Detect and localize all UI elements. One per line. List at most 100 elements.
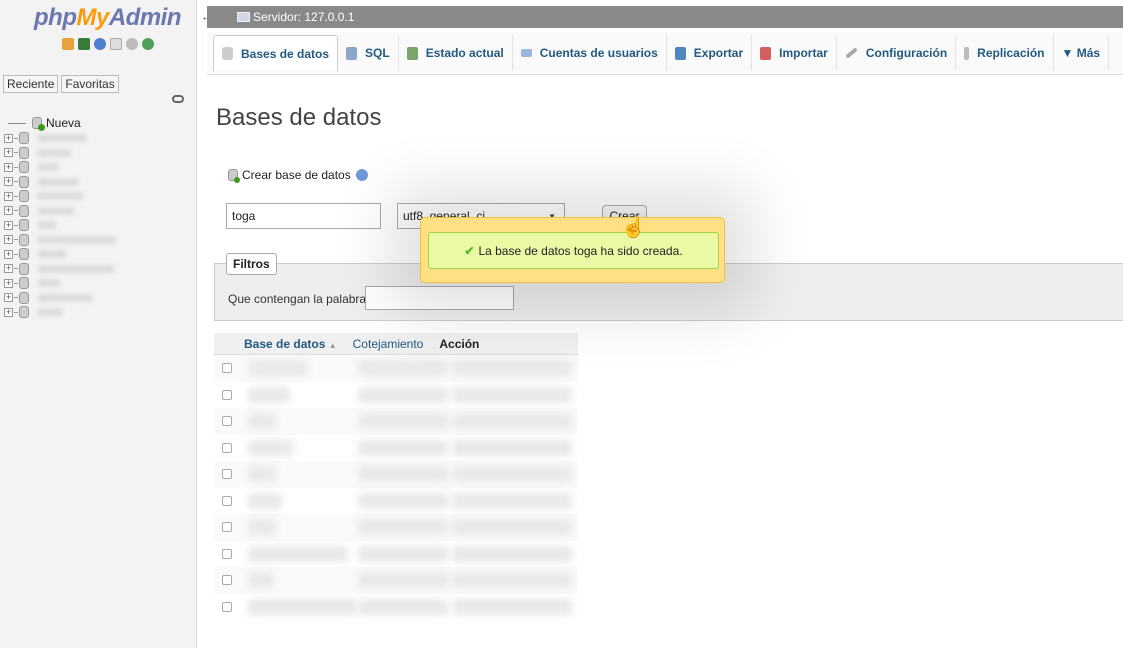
action-blurred[interactable] xyxy=(452,413,572,430)
tree-item[interactable]: + xyxy=(4,276,117,291)
import-icon xyxy=(760,46,772,60)
action-blurred[interactable] xyxy=(452,439,572,456)
collation-blurred xyxy=(358,360,448,377)
action-blurred[interactable] xyxy=(452,492,572,509)
action-blurred[interactable] xyxy=(452,466,572,483)
filter-label: Que contengan la palabra: xyxy=(228,292,370,306)
success-message-box: ✔ La base de datos toga ha sido creada. xyxy=(428,232,719,269)
database-icon xyxy=(19,233,29,246)
main-tabs: Bases de datos SQL Estado actual Cuentas… xyxy=(207,32,1123,75)
phpmyadmin-logo[interactable]: phpMyAdmin xyxy=(34,4,182,32)
action-blurred[interactable] xyxy=(452,572,572,589)
row-checkbox[interactable] xyxy=(222,442,232,453)
database-name-blurred[interactable] xyxy=(248,545,348,562)
database-icon xyxy=(222,47,233,60)
expand-icon[interactable]: + xyxy=(4,264,13,274)
tab-configuracion[interactable]: Configuración xyxy=(837,35,957,71)
docs-icon[interactable] xyxy=(110,38,122,50)
row-checkbox[interactable] xyxy=(222,495,232,506)
tab-mas[interactable]: ▼ Más xyxy=(1054,35,1110,71)
nav-tab-recent[interactable]: Reciente xyxy=(3,75,59,93)
tab-importar[interactable]: Importar xyxy=(752,35,837,71)
tab-bases-de-datos[interactable]: Bases de datos xyxy=(213,35,339,71)
reload-icon[interactable] xyxy=(142,38,154,50)
database-name-blurred[interactable] xyxy=(248,519,276,536)
tree-item[interactable]: + xyxy=(4,160,117,175)
database-name-blurred[interactable] xyxy=(248,413,276,430)
tree-item[interactable]: + xyxy=(4,204,117,219)
row-checkbox[interactable] xyxy=(222,548,232,559)
tree-item[interactable]: + xyxy=(4,175,117,190)
action-blurred[interactable] xyxy=(452,519,572,536)
expand-icon[interactable]: + xyxy=(4,148,13,158)
expand-icon[interactable]: + xyxy=(4,206,13,216)
database-name-blurred xyxy=(37,221,57,230)
tab-estado-actual[interactable]: Estado actual xyxy=(399,35,513,71)
expand-icon[interactable]: + xyxy=(4,220,13,230)
tree-item[interactable]: + xyxy=(4,131,117,146)
database-name-blurred[interactable] xyxy=(248,598,358,615)
server-breadcrumb: Servidor: 127.0.0.1 xyxy=(207,6,1123,28)
row-checkbox[interactable] xyxy=(222,389,232,400)
database-name-blurred[interactable] xyxy=(248,572,274,589)
tree-item-new[interactable]: Nueva xyxy=(4,115,117,131)
checkmark-icon: ✔ xyxy=(464,243,475,258)
row-checkbox[interactable] xyxy=(222,575,232,586)
row-checkbox[interactable] xyxy=(222,469,232,480)
nav-tab-favorites[interactable]: Favoritas xyxy=(61,75,119,93)
link-icon[interactable] xyxy=(172,95,184,103)
home-icon[interactable] xyxy=(62,38,74,50)
action-blurred[interactable] xyxy=(452,598,572,615)
help-icon[interactable] xyxy=(94,38,106,50)
tree-item[interactable]: + xyxy=(4,189,117,204)
expand-icon[interactable]: + xyxy=(4,177,13,187)
expand-icon[interactable]: + xyxy=(4,235,13,245)
expand-icon[interactable]: + xyxy=(4,162,13,172)
action-blurred[interactable] xyxy=(452,545,572,562)
database-name-blurred[interactable] xyxy=(248,386,290,403)
server-label[interactable]: Servidor: 127.0.0.1 xyxy=(253,10,354,24)
tree-item[interactable]: + xyxy=(4,291,117,306)
database-icon xyxy=(19,219,29,232)
row-checkbox[interactable] xyxy=(222,363,232,374)
tab-exportar[interactable]: Exportar xyxy=(667,35,753,71)
database-name-input[interactable] xyxy=(226,203,381,229)
database-name-blurred[interactable] xyxy=(248,439,294,456)
tab-sql[interactable]: SQL xyxy=(338,35,399,71)
tree-item[interactable]: + xyxy=(4,233,117,248)
tree-item[interactable]: + xyxy=(4,305,117,320)
expand-icon[interactable]: + xyxy=(4,278,13,288)
database-name-blurred[interactable] xyxy=(248,492,282,509)
tree-item[interactable]: + xyxy=(4,218,117,233)
row-checkbox[interactable] xyxy=(222,601,232,612)
hand-cursor-icon: ☝ xyxy=(621,217,646,239)
help-icon[interactable] xyxy=(355,169,368,181)
tree-item[interactable]: + xyxy=(4,146,117,161)
row-checkbox[interactable] xyxy=(222,416,232,427)
action-blurred[interactable] xyxy=(452,360,572,377)
tab-replicacion[interactable]: Replicación xyxy=(956,35,1054,71)
column-header-collation[interactable]: Cotejamiento xyxy=(353,337,440,351)
row-checkbox[interactable] xyxy=(222,522,232,533)
table-body xyxy=(214,355,578,620)
expand-icon[interactable]: + xyxy=(4,307,13,317)
expand-icon[interactable]: + xyxy=(4,293,13,303)
tree-item[interactable]: + xyxy=(4,247,117,262)
database-name-blurred[interactable] xyxy=(248,360,308,377)
database-name-blurred[interactable] xyxy=(248,466,276,483)
tab-cuentas-de-usuarios[interactable]: Cuentas de usuarios xyxy=(513,35,667,71)
expand-icon[interactable]: + xyxy=(4,191,13,201)
settings-icon[interactable] xyxy=(126,38,138,50)
database-icon xyxy=(19,132,29,145)
column-header-database[interactable]: Base de datos ▲ xyxy=(244,337,353,351)
table-row xyxy=(214,408,578,435)
expand-icon[interactable]: + xyxy=(4,133,13,143)
filter-input[interactable] xyxy=(365,286,514,310)
new-database-icon xyxy=(32,117,45,131)
action-blurred[interactable] xyxy=(452,386,572,403)
filters-legend: Filtros xyxy=(226,253,277,275)
success-message: La base de datos toga ha sido creada. xyxy=(478,243,683,258)
logout-icon[interactable] xyxy=(78,38,90,50)
tree-item[interactable]: + xyxy=(4,262,117,277)
expand-icon[interactable]: + xyxy=(4,249,13,259)
